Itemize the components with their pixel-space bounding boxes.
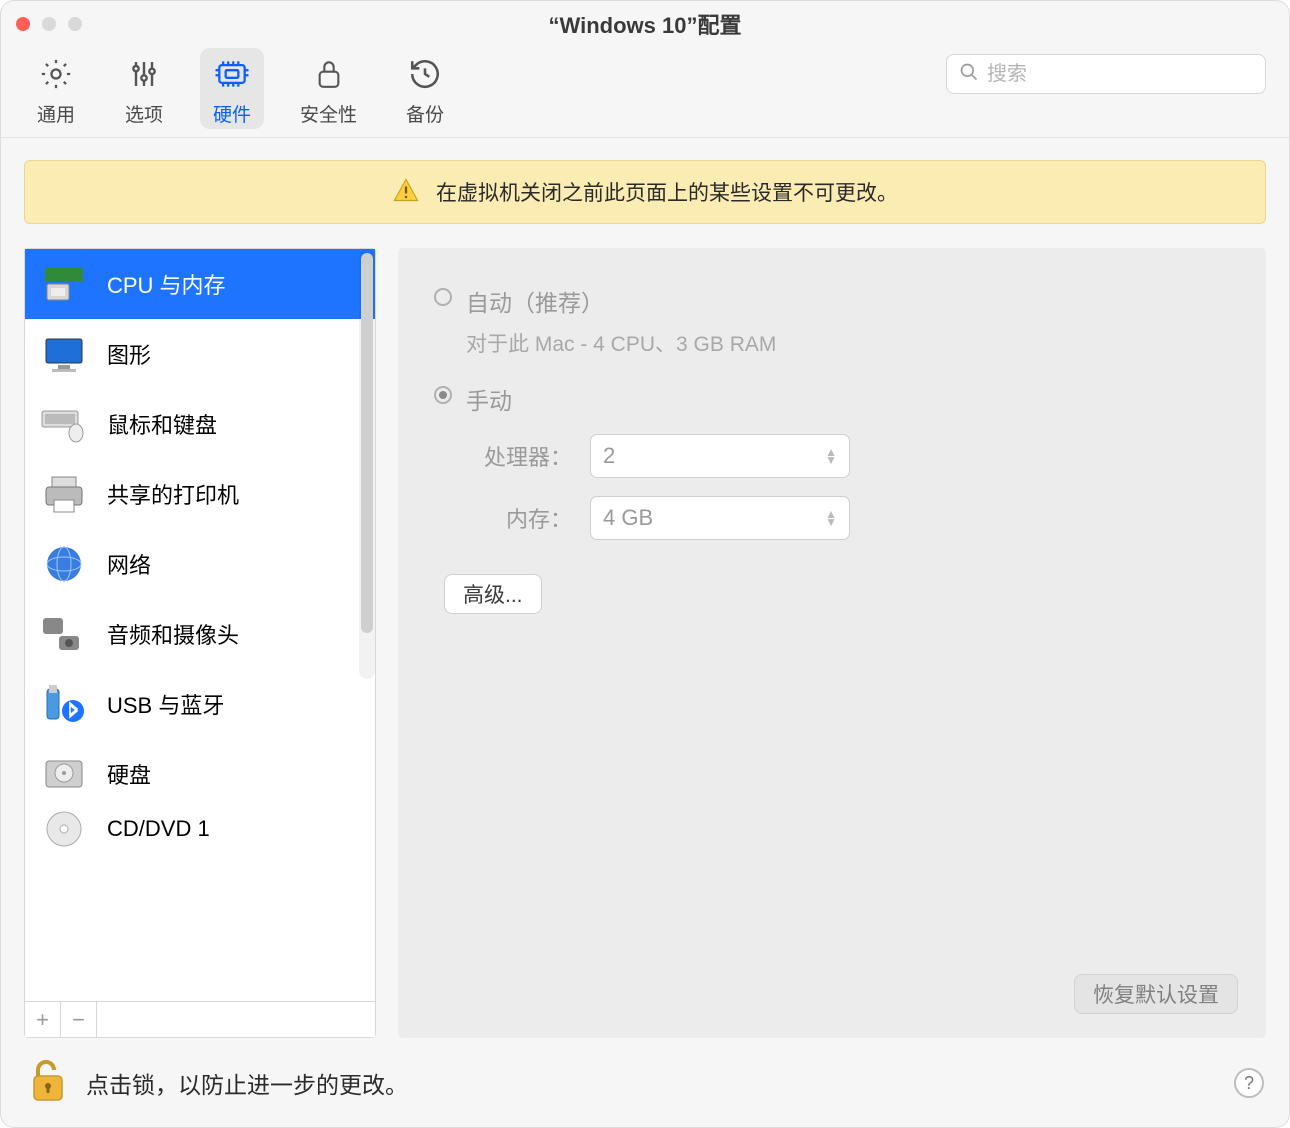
sidebar-list[interactable]: CPU 与内存 图形 鼠标和键盘 (25, 249, 375, 1001)
sidebar-item-label: 共享的打印机 (107, 478, 239, 510)
chip-icon (212, 54, 252, 94)
sidebar-item-shared-printers[interactable]: 共享的打印机 (25, 459, 375, 529)
tab-security[interactable]: 安全性 (288, 48, 369, 129)
window-title: “Windows 10”配置 (0, 8, 1290, 40)
titlebar: “Windows 10”配置 (0, 0, 1290, 48)
printer-icon (39, 472, 89, 516)
cpu-value: 2 (603, 443, 615, 469)
cpu-row: 处理器： 2 ▲▼ (462, 434, 1230, 478)
help-button[interactable]: ? (1234, 1068, 1264, 1098)
advanced-button[interactable]: 高级... (444, 574, 542, 614)
cpu-stepper[interactable]: 2 ▲▼ (590, 434, 850, 478)
memory-stepper[interactable]: 4 GB ▲▼ (590, 496, 850, 540)
radio-auto[interactable]: 自动（推荐） (434, 284, 1230, 318)
stepper-arrows-icon[interactable]: ▲▼ (825, 448, 837, 464)
add-device-button[interactable]: + (25, 1002, 61, 1037)
hardware-sidebar: CPU 与内存 图形 鼠标和键盘 (24, 248, 376, 1038)
audio-camera-icon (39, 612, 89, 656)
toolbar: 通用 选项 硬件 安全性 备份 (0, 48, 1290, 138)
memory-value: 4 GB (603, 505, 653, 531)
sidebar-item-label: 图形 (107, 338, 151, 370)
memory-row: 内存： 4 GB ▲▼ (462, 496, 1230, 540)
sidebar-item-cd-dvd[interactable]: CD/DVD 1 (25, 809, 375, 849)
sidebar-item-label: USB 与蓝牙 (107, 688, 224, 720)
config-window: “Windows 10”配置 通用 选项 硬件 安全性 (0, 0, 1290, 1128)
search-input[interactable] (987, 63, 1253, 86)
sidebar-item-cpu-memory[interactable]: CPU 与内存 (25, 249, 375, 319)
cpu-icon (39, 262, 89, 306)
sidebar-item-usb-bluetooth[interactable]: USB 与蓝牙 (25, 669, 375, 739)
stepper-arrows-icon[interactable]: ▲▼ (825, 510, 837, 526)
monitor-icon (39, 332, 89, 376)
tab-general[interactable]: 通用 (24, 48, 88, 129)
lock-icon (309, 54, 349, 94)
detail-panel: 自动（推荐） 对于此 Mac - 4 CPU、3 GB RAM 手动 处理器： … (398, 248, 1266, 1038)
keyboard-mouse-icon (39, 402, 89, 446)
memory-label: 内存： (462, 502, 572, 534)
restore-defaults-button[interactable]: 恢复默认设置 (1074, 974, 1238, 1014)
tab-hardware[interactable]: 硬件 (200, 48, 264, 129)
sidebar-item-label: 硬盘 (107, 758, 151, 790)
sidebar-footer: + − (25, 1001, 375, 1037)
warning-banner: 在虚拟机关闭之前此页面上的某些设置不可更改。 (24, 160, 1266, 224)
sidebar-item-label: CPU 与内存 (107, 268, 226, 300)
tab-backup[interactable]: 备份 (393, 48, 457, 129)
backup-clock-icon (405, 54, 445, 94)
sidebar-item-graphics[interactable]: 图形 (25, 319, 375, 389)
network-icon (39, 542, 89, 586)
radio-manual-input[interactable] (434, 386, 452, 404)
cd-icon (39, 809, 89, 849)
auto-subtext: 对于此 Mac - 4 CPU、3 GB RAM (466, 328, 1230, 358)
remove-device-button[interactable]: − (61, 1002, 97, 1037)
tab-options[interactable]: 选项 (112, 48, 176, 129)
sliders-icon (124, 54, 164, 94)
search-icon (959, 62, 979, 87)
hdd-icon (39, 752, 89, 796)
warning-icon (392, 176, 420, 209)
sidebar-item-label: 鼠标和键盘 (107, 408, 217, 440)
radio-manual-label: 手动 (466, 382, 512, 416)
sidebar-item-audio-camera[interactable]: 音频和摄像头 (25, 599, 375, 669)
cpu-label: 处理器： (462, 440, 572, 472)
search-field[interactable] (946, 54, 1266, 94)
radio-auto-input[interactable] (434, 288, 452, 306)
banner-text: 在虚拟机关闭之前此页面上的某些设置不可更改。 (436, 177, 898, 207)
lock-text: 点击锁，以防止进一步的更改。 (86, 1066, 408, 1100)
sidebar-item-label: 音频和摄像头 (107, 618, 239, 650)
sidebar-item-mouse-keyboard[interactable]: 鼠标和键盘 (25, 389, 375, 459)
unlocked-lock-icon[interactable] (28, 1058, 68, 1109)
footer: 点击锁，以防止进一步的更改。 ? (0, 1038, 1290, 1128)
radio-auto-label: 自动（推荐） (466, 284, 604, 318)
sidebar-item-network[interactable]: 网络 (25, 529, 375, 599)
sidebar-item-hard-disk[interactable]: 硬盘 (25, 739, 375, 809)
sidebar-item-label: 网络 (107, 548, 151, 580)
sidebar-scrollbar-thumb[interactable] (361, 253, 373, 633)
main-area: CPU 与内存 图形 鼠标和键盘 (0, 224, 1290, 1038)
sidebar-scrollbar[interactable] (359, 249, 375, 679)
usb-bluetooth-icon (39, 682, 89, 726)
gear-icon (36, 54, 76, 94)
radio-manual[interactable]: 手动 (434, 382, 1230, 416)
sidebar-item-label: CD/DVD 1 (107, 816, 210, 842)
